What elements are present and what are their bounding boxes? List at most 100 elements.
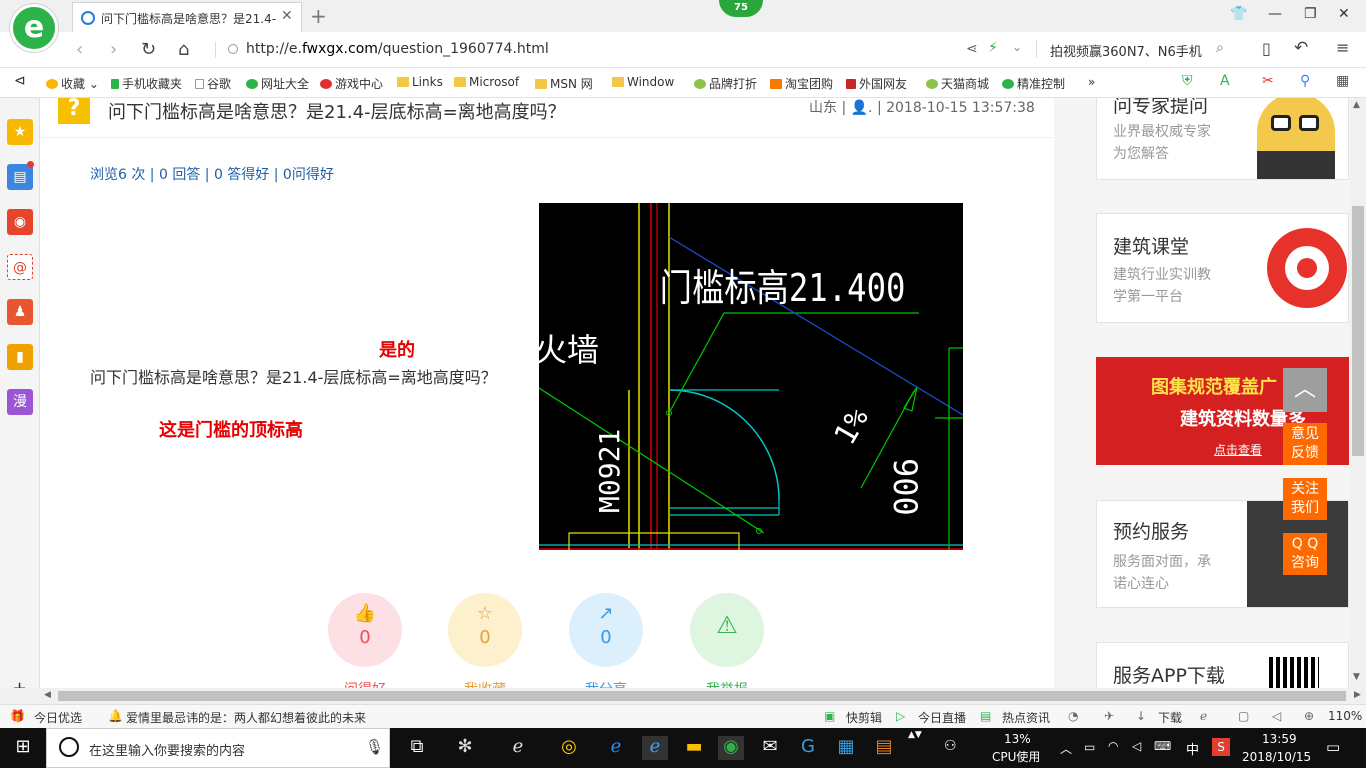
vertical-scroll-thumb[interactable] [1352,206,1364,456]
new-tab-button[interactable]: + [310,4,327,28]
taskbar-search[interactable]: 在这里输入你要搜索的内容 🎙 [46,728,390,768]
volume-icon[interactable]: ◁ [1272,709,1281,723]
bookmark-item[interactable]: 精准控制 [1002,75,1065,92]
bookmark-item[interactable]: 收藏 ⌄ [46,75,99,92]
bookmark-item[interactable]: 品牌打折 [694,75,757,92]
feedback-button[interactable]: 意见 反馈 [1283,423,1327,465]
speaker-icon[interactable]: ◁ [1132,739,1141,753]
battery-icon[interactable]: ▭ [1084,740,1095,754]
hot-news-link[interactable]: 热点资讯 [1002,709,1050,726]
live-link[interactable]: 今日直播 [918,709,966,726]
undo-icon[interactable]: ↶ [1294,38,1308,58]
speed-icon[interactable]: ◔ [1068,709,1078,723]
grid-icon[interactable]: ▦ [1336,73,1349,89]
browser-app-icon[interactable]: ◎ [556,736,582,760]
360-browser-icon[interactable]: ◉ [718,736,744,760]
task-view-icon[interactable]: ⧉ [404,736,430,760]
magnifier-icon[interactable]: ⚲ [1300,73,1310,89]
shield-icon[interactable]: ⛨ [1182,73,1193,89]
app-download-card[interactable]: 服务APP下载 [1096,642,1349,688]
clock-date[interactable]: 2018/10/15 [1242,750,1311,764]
promo-link[interactable]: 点击查看 [1214,441,1262,458]
zoom-icon[interactable]: ⊕ [1304,709,1314,723]
zoom-level[interactable]: 110% [1328,709,1362,723]
address-bar[interactable]: http://e.fwxgx.com/question_1960774.html [246,41,549,57]
bookmark-item[interactable]: 天猫商城 [926,75,989,92]
like-button[interactable]: 👍 0 问得好 [328,593,402,688]
menu-icon[interactable]: ≡ [1336,38,1349,57]
minimize-icon[interactable]: — [1268,6,1282,22]
refresh-icon[interactable]: ↻ [141,39,156,60]
bookmark-item[interactable]: 网址大全 [246,75,309,92]
bookmark-item[interactable]: 手机收藏夹 [111,75,182,92]
explorer-icon[interactable]: ▬ [681,736,707,760]
ime-indicator[interactable]: 中 [1186,739,1199,758]
headline-link[interactable]: 爱情里最忌讳的是：两人都幻想着彼此的未来 [126,709,366,726]
ie-icon[interactable]: ℯ [505,736,531,760]
close-tab-icon[interactable]: ✕ [281,8,293,24]
share-button[interactable]: ↗ 0 我分享 [569,593,643,688]
scissors-icon[interactable]: ✂ [1262,73,1274,89]
tray-chevron-icon[interactable]: ︿ [1060,740,1072,757]
bookmark-folder[interactable]: Microsof [454,75,519,89]
game-icon[interactable]: ♟ [7,299,33,325]
mobile-icon[interactable]: ▯ [1262,39,1271,58]
chevron-down-icon[interactable]: ⌄ [1012,40,1022,54]
course-card[interactable]: 建筑课堂 建筑行业实训教 学第一平台 [1096,213,1349,323]
download-link[interactable]: 下载 [1158,709,1182,726]
book-icon[interactable]: ▮ [7,344,33,370]
ie-active-icon[interactable]: ℯ [642,736,668,760]
back-icon[interactable]: ‹ [76,39,83,60]
people-icon[interactable]: ⚇ [944,738,957,754]
sogou-ime-icon[interactable]: S [1212,738,1230,756]
site-info-icon[interactable] [228,44,238,54]
bookmark-folder[interactable]: Links [397,75,443,89]
expert-card[interactable]: 问专家提问 业界最权威专家 为您解答 [1096,98,1349,180]
bookmark-item[interactable]: 游戏中心 [320,75,383,92]
calendar-app-icon[interactable]: ▦ [833,736,859,760]
report-button[interactable]: ⚠ 我举报 [690,593,764,688]
bookmark-item[interactable]: 谷歌 [195,75,231,92]
weibo-icon[interactable]: ◉ [7,209,33,235]
more-bookmarks-button[interactable]: » [1088,75,1095,89]
back-to-top-button[interactable]: ︿ [1283,368,1327,412]
wifi-icon[interactable]: ◠ [1108,739,1118,753]
favorite-button[interactable]: ☆ 0 我收藏 [448,593,522,688]
star-icon[interactable]: ★ [7,119,33,145]
keyboard-icon[interactable]: ⌨ [1154,739,1171,753]
today-picks-link[interactable]: 今日优选 [34,709,82,726]
follow-us-button[interactable]: 关注 我们 [1283,478,1327,520]
search-box[interactable]: 拍视频赢360N7、N6手机 [1050,41,1202,60]
browser-logo[interactable]: e [10,4,58,52]
quick-clip-link[interactable]: 快剪辑 [846,709,882,726]
translate-icon[interactable]: A [1220,73,1230,89]
windows-start-icon[interactable]: ⊞ [10,736,36,760]
collapse-sidebar-icon[interactable]: ⊲ [14,73,26,89]
close-window-icon[interactable]: ✕ [1338,6,1350,22]
bookmark-item[interactable]: 淘宝团购 [770,75,833,92]
window-icon[interactable]: ▢ [1238,709,1249,723]
mail-icon[interactable]: @ [7,254,33,280]
manga-icon[interactable]: 漫 [7,389,33,415]
share-icon[interactable]: ⋖ [966,41,978,57]
overflow-chevron-icon[interactable]: ▲▼ [908,730,922,740]
clock-time[interactable]: 13:59 [1262,732,1297,746]
bookmark-folder[interactable]: MSN 网 [535,75,593,92]
bookmark-item[interactable]: 外国网友 [846,75,907,92]
question-stats[interactable]: 浏览6 次 | 0 回答 | 0 答得好 | 0问得好 [90,164,334,184]
search-icon[interactable]: ⌕ [1216,40,1224,56]
mail-app-icon[interactable]: ✉ [757,736,783,760]
browser-tab[interactable]: 问下门槛标高是啥意思？是21.4- ✕ [72,2,302,32]
microphone-icon[interactable]: 🎙 [365,738,384,756]
horizontal-scroll-thumb[interactable] [58,691,1346,701]
skin-icon[interactable]: 👕 [1230,6,1247,22]
edge-icon[interactable]: ℯ [603,736,629,760]
pdf-app-icon[interactable]: ▤ [871,736,897,760]
horizontal-scrollbar[interactable]: ◀ ▶ [0,688,1366,704]
fan-app-icon[interactable]: ✻ [452,736,478,760]
lightning-icon[interactable]: ⚡ [988,40,998,56]
home-icon[interactable]: ⌂ [178,39,189,60]
action-center-icon[interactable]: ▭ [1326,738,1340,756]
pin-icon[interactable]: ✈ [1104,709,1114,723]
g-app-icon[interactable]: G [795,736,821,760]
